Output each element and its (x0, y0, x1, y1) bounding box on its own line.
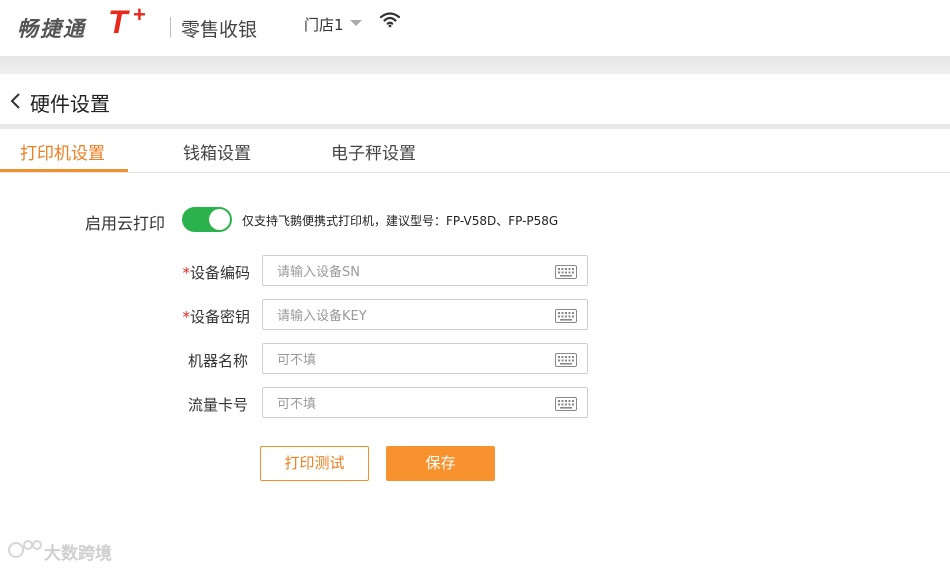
watermark-logo-icon (8, 538, 42, 564)
tab-printer-settings[interactable]: 打印机设置 (20, 139, 105, 164)
keyboard-icon[interactable] (555, 396, 577, 415)
app-name: 零售收银 (181, 19, 258, 41)
wifi-icon (379, 12, 401, 32)
device-key-label: *设备密钥 (182, 308, 250, 326)
caret-down-icon[interactable] (350, 20, 362, 26)
required-mark: * (182, 264, 190, 282)
cloud-print-label: 启用云打印 (85, 214, 166, 233)
device-code-input[interactable] (275, 261, 549, 283)
sim-card-label: 流量卡号 (187, 396, 248, 414)
device-key-field[interactable] (262, 299, 588, 330)
brand-logo-t: T (108, 4, 128, 40)
device-code-label: *设备编码 (182, 264, 250, 282)
device-code-field[interactable] (262, 255, 588, 286)
keyboard-icon[interactable] (555, 308, 577, 327)
sim-card-input[interactable] (275, 393, 549, 415)
brand-logo-text: 畅捷通 (17, 17, 86, 41)
watermark-text: 大数跨境 (44, 544, 112, 564)
machine-name-label: 机器名称 (187, 352, 248, 370)
store-selector[interactable]: 门店1 (304, 14, 344, 35)
page-header (0, 74, 950, 124)
required-mark: * (182, 308, 190, 326)
save-button[interactable]: 保存 (386, 446, 495, 481)
machine-name-input[interactable] (275, 349, 549, 371)
header-separator-band (0, 124, 950, 129)
back-chevron-icon[interactable] (9, 92, 21, 114)
cloud-print-toggle[interactable] (182, 207, 232, 232)
print-test-button[interactable]: 打印测试 (260, 446, 369, 481)
tab-bar-divider (0, 172, 950, 173)
logo-divider (170, 17, 171, 37)
machine-name-field[interactable] (262, 343, 588, 374)
device-key-input[interactable] (275, 305, 549, 327)
tab-scale-settings[interactable]: 电子秤设置 (331, 139, 416, 164)
keyboard-icon[interactable] (555, 352, 577, 371)
top-bar: 畅捷通 T + 零售收银 门店1 (0, 0, 950, 56)
tab-cash-drawer-settings[interactable]: 钱箱设置 (183, 139, 251, 164)
page-title: 硬件设置 (30, 92, 110, 116)
sim-card-field[interactable] (262, 387, 588, 418)
top-separator-band (0, 56, 950, 74)
toggle-knob (209, 209, 230, 230)
cloud-print-hint: 仅支持飞鹅便携式打印机，建议型号：FP-V58D、FP-P58G (242, 214, 559, 228)
keyboard-icon[interactable] (555, 264, 577, 283)
brand-logo-plus: + (133, 2, 146, 27)
